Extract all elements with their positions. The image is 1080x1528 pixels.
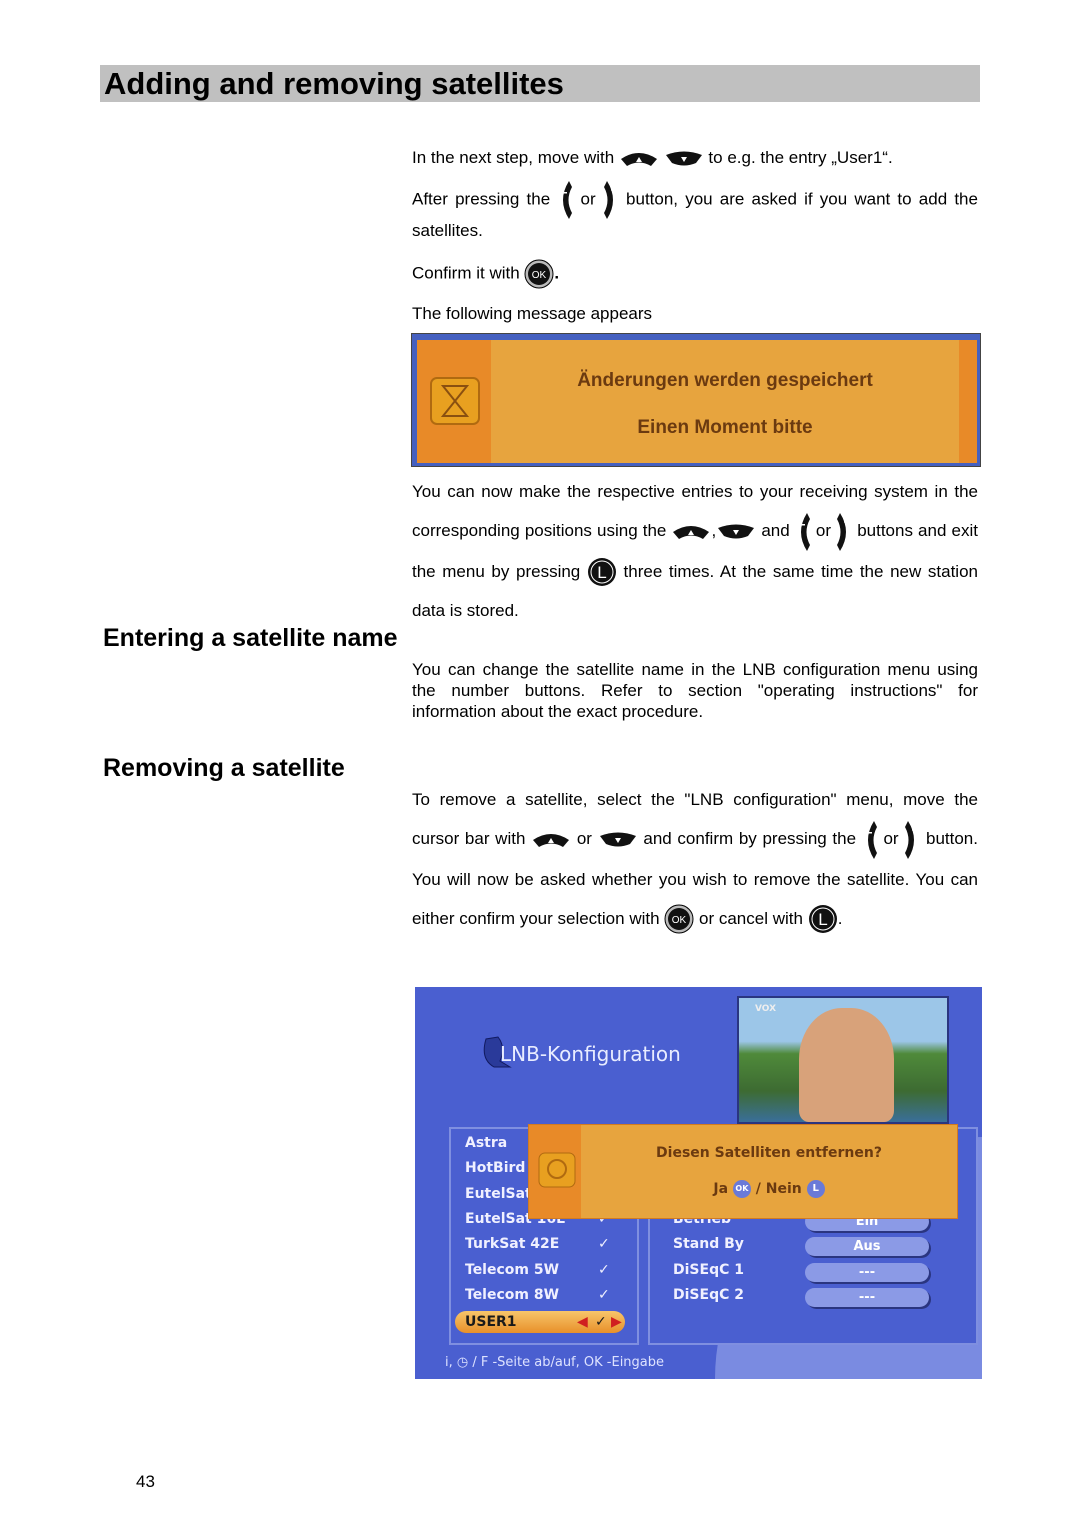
page-number: 43 — [136, 1472, 155, 1491]
no-label[interactable]: Nein — [766, 1181, 802, 1197]
option-label: DiSEqC 2 — [673, 1286, 744, 1303]
paragraph-message: The following message appears — [412, 304, 653, 323]
satellite-list-item-selected[interactable]: USER1 ◀ ✓ ▶ — [455, 1311, 625, 1333]
ok-button-icon — [664, 904, 694, 934]
saving-message-screenshot: Änderungen werden gespeichert Einen Mome… — [411, 333, 981, 467]
ok-button-icon[interactable]: OK — [732, 1180, 751, 1198]
text: or cancel with — [699, 908, 803, 928]
text: or — [883, 829, 899, 848]
option-label: Stand By — [673, 1236, 744, 1253]
option-value[interactable]: Aus — [805, 1237, 929, 1257]
down-arrow-icon — [598, 832, 638, 848]
text: After pressing the — [412, 189, 551, 209]
text: In the next step, move with — [412, 148, 615, 167]
manual-page: Adding and removing satellites In the ne… — [0, 0, 1080, 1528]
check-mark: ✓ — [598, 1286, 610, 1303]
left-arrow-icon: ◀ — [577, 1314, 588, 1330]
satellite-list-item[interactable]: EutelSat — [465, 1186, 532, 1202]
channel-logo: VOX — [755, 1004, 777, 1014]
right-arrow-icon — [904, 820, 920, 860]
text: and — [761, 521, 790, 540]
check-mark: ✓ — [595, 1314, 607, 1330]
message-line-2: Einen Moment bitte — [637, 417, 813, 438]
satellite-name: USER1 — [465, 1314, 517, 1330]
remove-satellite-dialog: Diesen Satelliten entfernen? Ja OK / Nei… — [528, 1124, 958, 1219]
text: or — [815, 521, 831, 540]
option-label: DiSEqC 1 — [673, 1261, 744, 1278]
satellite-list-item[interactable]: Astra — [465, 1135, 507, 1151]
text: or — [580, 189, 596, 209]
lnb-config-screenshot: LNB-Konfiguration VOX Astra HotBird EutelS… — [415, 987, 982, 1379]
down-arrow-icon — [664, 151, 704, 167]
right-arrow-icon — [836, 512, 852, 552]
paragraph-navigate: In the next step, move with to e.g. the … — [412, 147, 978, 168]
text: . — [554, 263, 560, 283]
back-button-icon — [587, 557, 617, 587]
paragraph-entries: You can now make the respective entries … — [412, 472, 978, 630]
separator: / — [755, 1181, 761, 1197]
paragraph-pressing: After pressing the or button, you are as… — [412, 180, 978, 241]
message-line-1: Änderungen werden gespeichert — [577, 370, 873, 391]
section-heading-removing: Removing a satellite — [103, 754, 345, 782]
dialog-question: Diesen Satelliten entfernen? — [656, 1145, 882, 1161]
title-bar: Adding and removing satellites — [100, 65, 980, 102]
satellite-list-item[interactable]: HotBird — [465, 1160, 525, 1176]
down-arrow-icon — [716, 524, 756, 540]
left-arrow-icon — [557, 180, 573, 220]
option-value[interactable]: --- — [805, 1262, 929, 1282]
satellite-list-item[interactable]: Telecom 8W — [465, 1287, 559, 1303]
text: Confirm it with — [412, 263, 520, 283]
text: or — [576, 829, 592, 848]
text: to e.g. the entry „User1“. — [708, 148, 893, 167]
check-mark: ✓ — [598, 1236, 610, 1253]
left-arrow-icon — [862, 820, 878, 860]
check-mark: ✓ — [598, 1261, 610, 1278]
satellite-list-item[interactable]: TurkSat 42E — [465, 1236, 559, 1252]
back-button-icon — [808, 904, 838, 934]
up-arrow-icon — [619, 151, 659, 167]
help-footer: i, ◷ / F -Seite ab/auf, OK -Eingabe — [445, 1355, 665, 1370]
paragraph-removing: To remove a satellite, select the "LNB c… — [412, 780, 978, 938]
hourglass-icon — [430, 377, 480, 425]
up-arrow-icon — [671, 524, 711, 540]
option-value[interactable]: --- — [805, 1287, 929, 1307]
page-title: Adding and removing satellites — [104, 66, 564, 101]
left-arrow-icon — [795, 512, 811, 552]
ok-button-icon — [524, 259, 554, 289]
right-arrow-icon — [603, 180, 619, 220]
back-button-icon[interactable]: L — [806, 1180, 825, 1198]
text: and confirm by pressing the — [643, 829, 857, 848]
text: . — [837, 908, 843, 928]
tv-preview: VOX — [737, 996, 949, 1124]
section-heading-entering-name: Entering a satellite name — [103, 624, 398, 652]
yes-label[interactable]: Ja — [713, 1181, 728, 1197]
paragraph-confirm: Confirm it with . — [412, 259, 978, 289]
up-arrow-icon — [531, 832, 571, 848]
right-arrow-icon: ▶ — [611, 1314, 622, 1330]
question-icon — [538, 1152, 576, 1188]
paragraph-entering-name: You can change the satellite name in the… — [412, 660, 978, 721]
satellite-list-item[interactable]: Telecom 5W — [465, 1262, 559, 1278]
menu-title: LNB-Konfiguration — [500, 1042, 681, 1066]
